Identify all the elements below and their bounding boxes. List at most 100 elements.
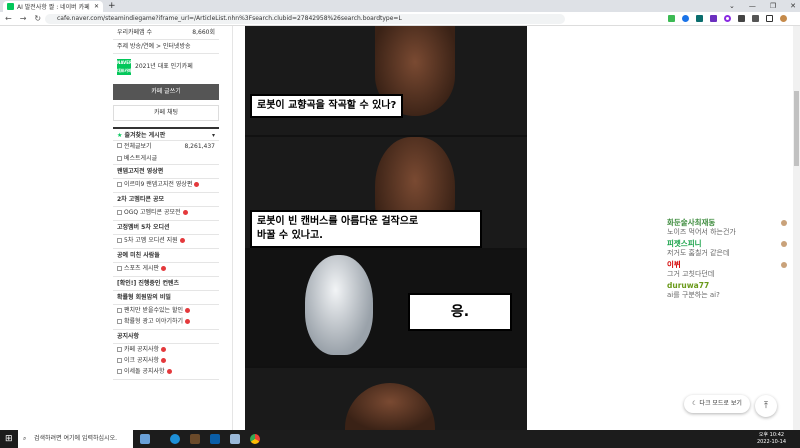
board-link[interactable]: 확률형 광고 이야기하기: [113, 316, 219, 327]
all-posts-link[interactable]: 전체글보기: [124, 143, 152, 150]
moon-icon: ☾: [692, 400, 698, 407]
board-link[interactable]: OGQ 고멤티콘 공모전: [113, 207, 219, 218]
chat-text: 노이즈 먹어서 하는건가: [667, 228, 736, 236]
extension-icon[interactable]: [696, 15, 703, 22]
back-icon[interactable]: ←: [5, 13, 12, 25]
cafe-sidebar: 우리카페앱 수 8,660회 주제 방송/연예 > 인터넷방송 NAVER 대표카페…: [113, 26, 219, 380]
new-tab-button[interactable]: +: [108, 0, 116, 12]
board-icon: [117, 319, 122, 324]
scrollbar[interactable]: [793, 26, 800, 430]
chat-avatar: [781, 241, 787, 247]
url-input[interactable]: cafe.naver.com/steamindiegame?iframe_url…: [45, 14, 565, 24]
write-button[interactable]: 카페 글쓰기: [113, 84, 219, 100]
scroll-top-button[interactable]: ⤒: [755, 395, 777, 417]
board-icon: [117, 210, 122, 215]
browser-tab[interactable]: AI 발전사항 짤 : 네이버 카페 ✕: [3, 1, 103, 12]
new-badge: [185, 319, 191, 324]
naver-cafe-favicon: [7, 3, 14, 10]
board-group-header[interactable]: 2차 고멤티콘 공모: [113, 193, 219, 207]
extension-icon[interactable]: [738, 15, 745, 22]
comic-image: 로봇이 교향곡을 작곡할 수 있나? 로봇이 빈 캔버스를 아름다운 걸작으로 바…: [245, 26, 527, 430]
reload-icon[interactable]: ↻: [34, 13, 41, 25]
new-badge: [185, 308, 191, 313]
search-icon: ⌕: [23, 435, 27, 442]
caption-1: 로봇이 교향곡을 작곡할 수 있나?: [250, 94, 404, 118]
board-link[interactable]: 팬치만 받을수있는 할인: [113, 305, 219, 316]
tab-title: AI 발전사항 짤 : 네이버 카페: [17, 4, 90, 11]
new-badge: [182, 210, 188, 215]
board-icon: [117, 347, 122, 352]
chat-username: 피젯스피니: [667, 239, 702, 248]
board-icon: [117, 143, 122, 148]
board-link[interactable]: 이르미9 왠뎀고지전 영상편: [113, 179, 219, 190]
star-icon: ★: [117, 132, 123, 139]
extension-icon[interactable]: [682, 15, 689, 22]
extension-icon[interactable]: [668, 15, 675, 22]
best-posts-link[interactable]: 베스트게시글: [124, 153, 157, 164]
all-posts-count: 8,261,437: [184, 143, 215, 150]
board-link[interactable]: 스포츠 게시판: [113, 263, 219, 274]
close-tab-icon[interactable]: ✕: [94, 3, 99, 10]
board-group-header[interactable]: 공예 미친 사람들: [113, 249, 219, 263]
windows-start-icon[interactable]: ⊞: [5, 430, 13, 448]
board-group-header[interactable]: 확률형 회원맘의 비밀: [113, 291, 219, 305]
close-window-button[interactable]: ✕: [790, 0, 796, 12]
tab-bar: AI 발전사항 짤 : 네이버 카페 ✕ + ⌄ — ❐ ✕: [0, 0, 800, 12]
chat-message: 이뷔 그거 고칫다던데: [667, 260, 787, 279]
comic-panel-2: 로봇이 빈 캔버스를 아름다운 걸작으로 바꿀 수 있나고.: [245, 137, 527, 248]
puzzle-icon[interactable]: [752, 15, 759, 22]
chrome-icon[interactable]: [250, 434, 260, 444]
board-group-header[interactable]: 왠뎀고지전 영상편: [113, 165, 219, 179]
minecraft-icon[interactable]: [190, 434, 200, 444]
favorites-header[interactable]: ★ 즐겨찾는 게시판 ▾: [113, 127, 219, 141]
taskbar-search[interactable]: ⌕ 검색하려면 여기에 입력하십시오.: [18, 430, 133, 448]
taskbar: ⊞ ⌕ 검색하려면 여기에 입력하십시오. 오후 10:42 2022-10-14: [0, 430, 800, 448]
address-bar-row: ← → ↻ cafe.naver.com/steamindiegame?iframe…: [0, 12, 800, 26]
chat-text: 그거 고칫다던데: [667, 270, 715, 278]
board-icon: [117, 308, 122, 313]
board-group-header[interactable]: 고정멤버 5차 오디션: [113, 221, 219, 235]
board-icon: [117, 369, 122, 374]
board-link[interactable]: 5차 고멤 오디션 지원: [113, 235, 219, 246]
caption-2: 로봇이 빈 캔버스를 아름다운 걸작으로 바꿀 수 있나고.: [250, 210, 482, 248]
board-link[interactable]: 카페 공지사항: [113, 344, 219, 355]
comic-panel-4: [245, 368, 527, 430]
board-icon: [117, 358, 122, 363]
profile-avatar[interactable]: [780, 15, 787, 22]
board-link[interactable]: 이크 공지사항: [113, 355, 219, 366]
widget-icon[interactable]: [140, 434, 150, 444]
tab-search-icon[interactable]: ⌄: [729, 0, 735, 12]
comic-panel-1: 로봇이 교향곡을 작곡할 수 있나?: [245, 26, 527, 135]
chat-message: 화둔술사최재동 노이즈 먹어서 하는건가: [667, 218, 787, 237]
minimize-button[interactable]: —: [749, 0, 756, 12]
naver-badge: NAVER 대표카페: [117, 59, 131, 75]
chat-text: ai를 구분하는 ai?: [667, 291, 720, 299]
app-icon[interactable]: [230, 434, 240, 444]
extension-icon[interactable]: [710, 15, 717, 22]
app-icon[interactable]: [210, 434, 220, 444]
new-badge: [179, 238, 185, 243]
cafe-topic[interactable]: 주제 방송/연예 > 인터넷방송: [117, 43, 191, 51]
board-group-header[interactable]: 공지사항: [113, 330, 219, 344]
new-badge: [194, 182, 200, 187]
dark-mode-button[interactable]: ☾ 다크 모드로 보기: [684, 395, 750, 413]
chat-button[interactable]: 카페 채팅: [113, 105, 219, 121]
chat-avatar: [781, 220, 787, 226]
board-icon: [117, 266, 122, 271]
chat-username: duruwa77: [667, 281, 710, 290]
extension-icon[interactable]: [724, 15, 731, 22]
restore-button[interactable]: ❐: [770, 0, 776, 12]
board-icon: [117, 182, 122, 187]
members-label: 우리카페앱 수: [117, 28, 153, 36]
board-link[interactable]: 이세돌 공지사항: [113, 366, 219, 377]
board-group-header[interactable]: [확인!] 진행중인 컨텐츠: [113, 277, 219, 291]
sidepanel-icon[interactable]: [766, 15, 773, 22]
forward-icon[interactable]: →: [20, 13, 27, 25]
comic-panel-3: 응.: [245, 250, 527, 366]
chat-username: 화둔술사최재동: [667, 218, 716, 227]
chat-avatar: [781, 262, 787, 268]
board-icon: [117, 238, 122, 243]
clock[interactable]: 오후 10:42 2022-10-14: [757, 432, 786, 446]
edge-icon[interactable]: [170, 434, 180, 444]
award-text: 2021년 대표 인기카페: [135, 63, 193, 70]
